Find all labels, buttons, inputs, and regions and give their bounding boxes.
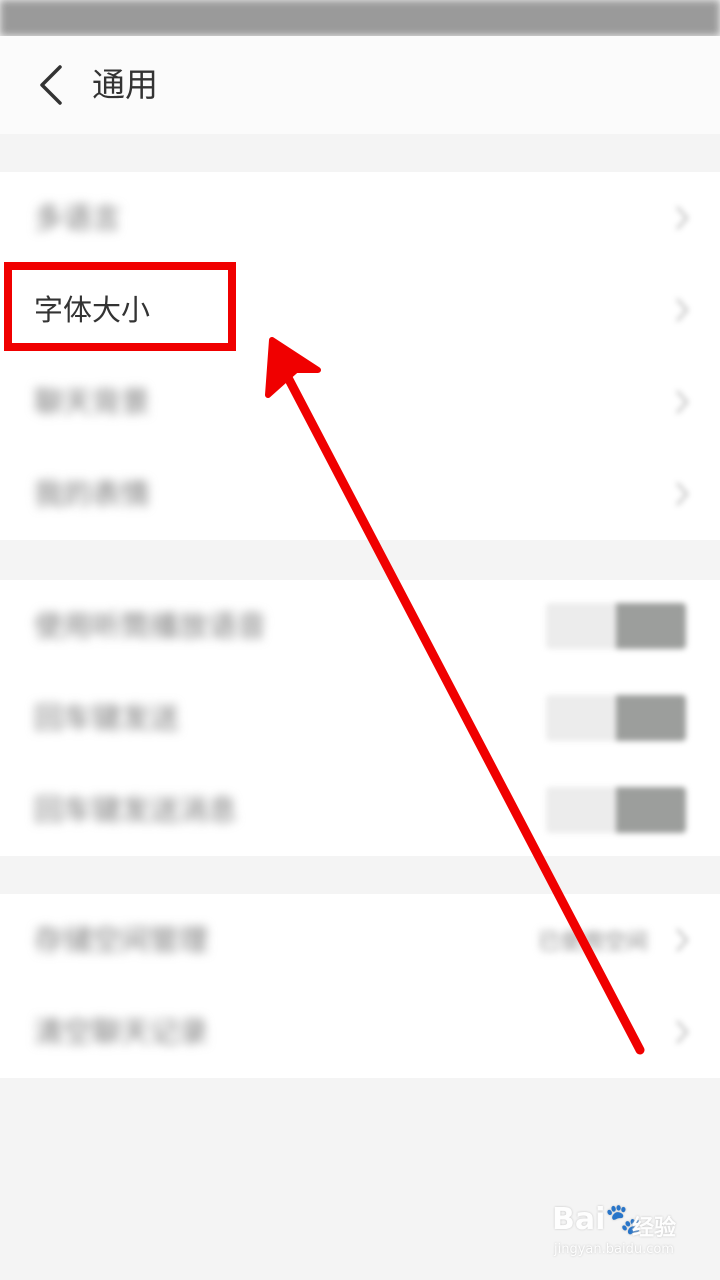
row-label: 回车键发送消息 (34, 793, 238, 827)
chevron-right-icon (676, 298, 689, 322)
header: 通用 (0, 36, 720, 134)
chevron-right-icon (676, 482, 689, 506)
chevron-right-icon (676, 390, 689, 414)
chevron-left-icon (40, 65, 62, 105)
status-bar (0, 0, 720, 36)
row-label: 存储空间管理 (34, 923, 209, 957)
watermark-brand: Bai🐾 (552, 1202, 643, 1237)
toggle-switch[interactable] (546, 787, 686, 833)
chevron-right-icon (676, 1020, 689, 1044)
back-button[interactable] (26, 60, 76, 110)
toggle-switch[interactable] (546, 603, 686, 649)
settings-group-display: 多语言 字体大小 聊天背景 我的表情 (0, 172, 720, 540)
row-label: 回车键发送 (34, 701, 180, 735)
toggle-switch[interactable] (546, 695, 686, 741)
row-label-font-size: 字体大小 (34, 293, 151, 327)
settings-group-storage: 存储空间管理 已使用空间 清空聊天记录 (0, 894, 720, 1078)
row-enter-send-message-toggle: 回车键发送消息 (0, 764, 720, 856)
row-earpiece-toggle: 使用听筒播放语音 (0, 580, 720, 672)
row-label: 我的表情 (34, 477, 151, 511)
watermark-cn: 经验 (632, 1216, 677, 1241)
row-label: 聊天背景 (34, 385, 151, 419)
row-label: 清空聊天记录 (34, 1015, 209, 1049)
row-my-stickers[interactable]: 我的表情 (0, 448, 720, 540)
row-enter-send-toggle: 回车键发送 (0, 672, 720, 764)
page-title: 通用 (92, 65, 158, 104)
watermark-url: jingyan.baidu.com (554, 1242, 674, 1257)
row-label: 多语言 (34, 201, 122, 235)
settings-group-toggles: 使用听筒播放语音 回车键发送 回车键发送消息 (0, 580, 720, 856)
row-language[interactable]: 多语言 (0, 172, 720, 264)
baidu-jingyan-watermark: Bai🐾 经验 jingyan.baidu.com (552, 1198, 702, 1268)
row-chat-background[interactable]: 聊天背景 (0, 356, 720, 448)
row-value: 已使用空间 (537, 930, 648, 955)
chevron-right-icon (676, 928, 689, 952)
row-label: 使用听筒播放语音 (34, 609, 267, 643)
chevron-right-icon (676, 206, 689, 230)
row-font-size[interactable]: 字体大小 (0, 264, 720, 356)
row-storage[interactable]: 存储空间管理 已使用空间 (0, 894, 720, 986)
row-clear-history[interactable]: 清空聊天记录 (0, 986, 720, 1078)
